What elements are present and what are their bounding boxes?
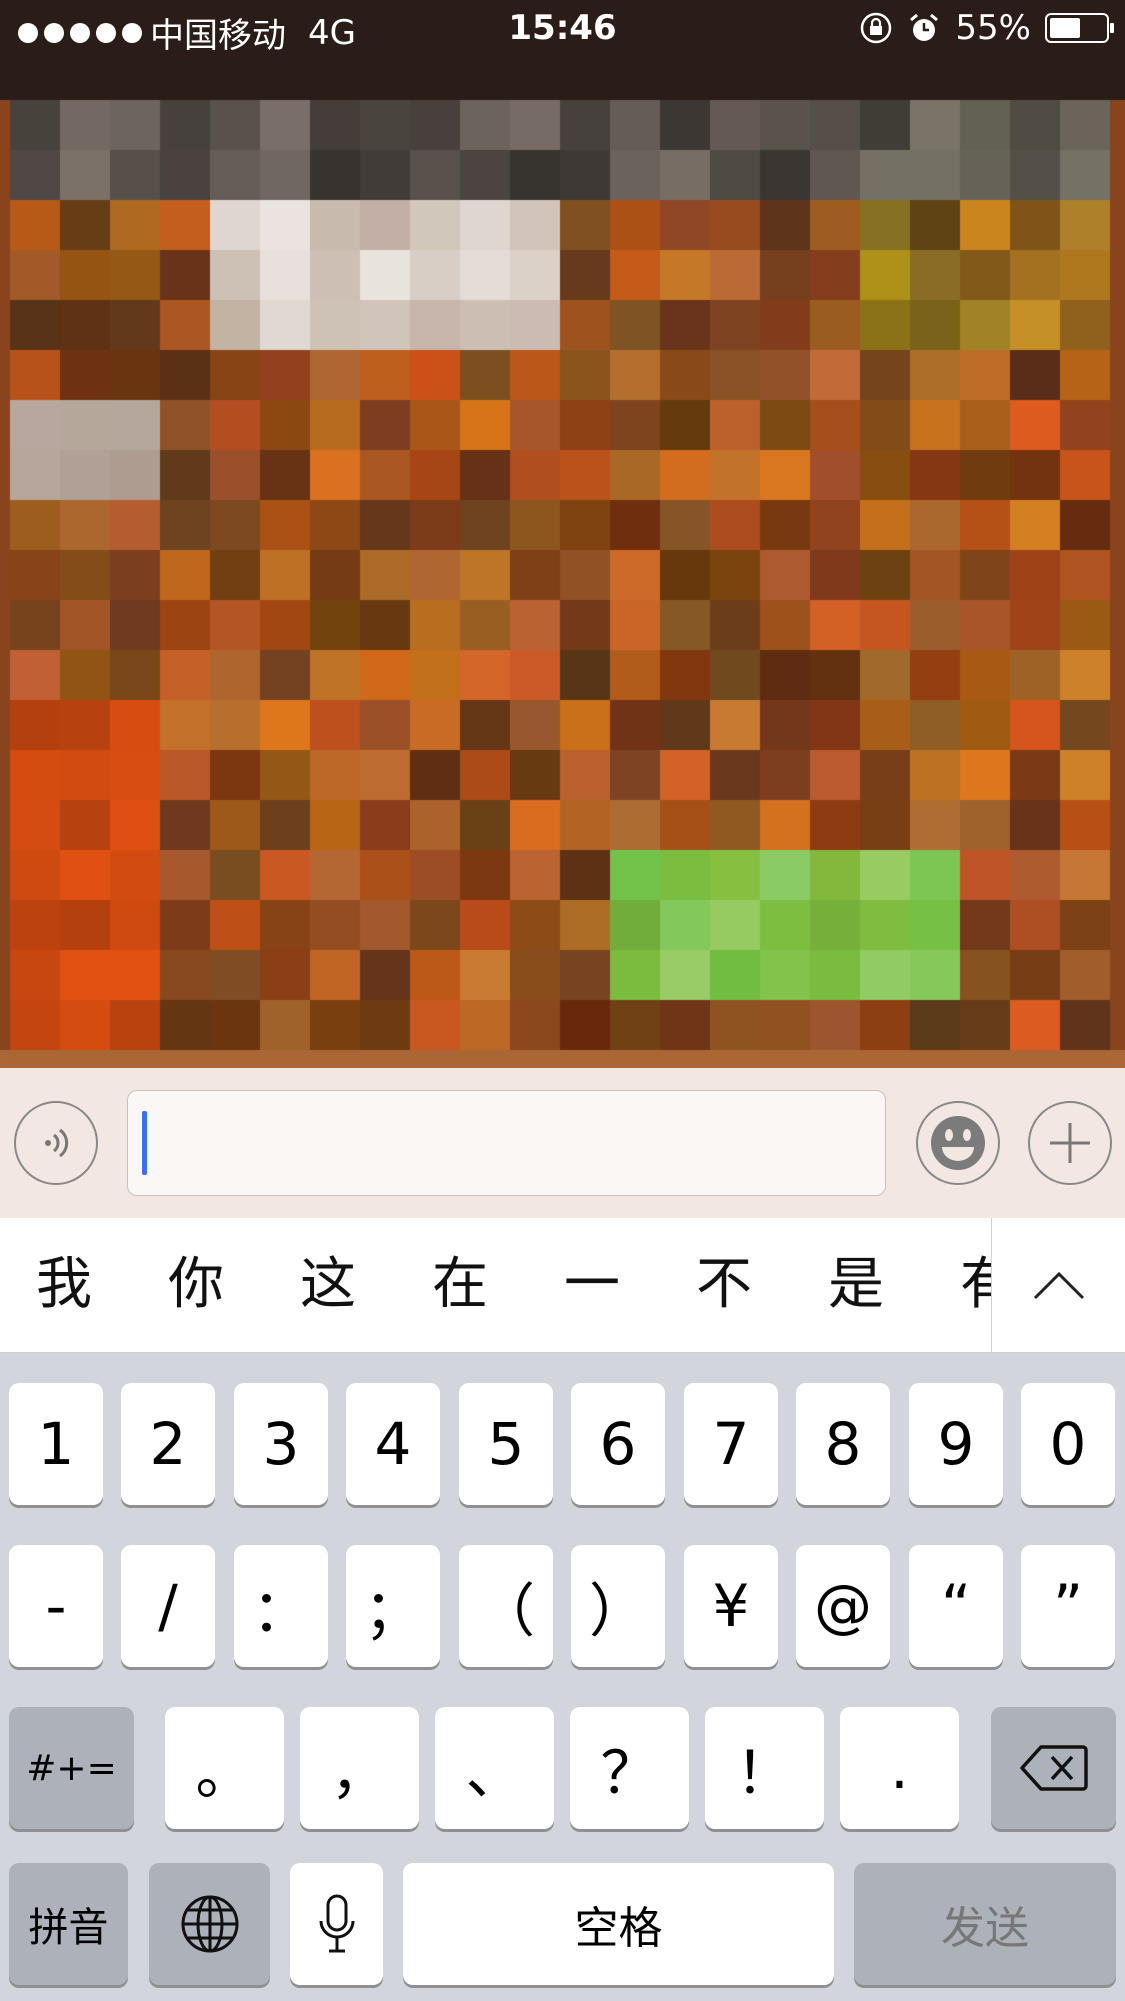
- emoji-icon: [931, 1116, 985, 1170]
- space-key[interactable]: 空格: [403, 1863, 834, 1985]
- globe-icon: [181, 1895, 238, 1953]
- send-key[interactable]: 发送: [854, 1863, 1116, 1985]
- key-left-paren[interactable]: （: [459, 1545, 553, 1667]
- mic-key[interactable]: [290, 1863, 383, 1985]
- candidate-word[interactable]: 在: [432, 1250, 488, 1320]
- symbols-mode-key[interactable]: #+=: [9, 1707, 134, 1829]
- key-left-quote[interactable]: “: [909, 1545, 1003, 1667]
- key-4[interactable]: 4: [346, 1383, 440, 1505]
- key-enum-comma[interactable]: 、: [435, 1707, 554, 1829]
- key-1[interactable]: 1: [9, 1383, 103, 1505]
- key-right-paren[interactable]: ）: [571, 1545, 665, 1667]
- alarm-icon: [910, 13, 939, 41]
- plus-button[interactable]: [1028, 1101, 1112, 1185]
- battery-icon: [1045, 13, 1114, 43]
- candidate-word[interactable]: 是: [828, 1250, 884, 1320]
- key-at[interactable]: @: [796, 1545, 890, 1667]
- battery-percent: 55%: [955, 8, 1031, 48]
- key-2[interactable]: 2: [121, 1383, 215, 1505]
- message-input-bar: [0, 1068, 1125, 1218]
- key-0[interactable]: 0: [1021, 1383, 1115, 1505]
- globe-key[interactable]: [149, 1863, 270, 1985]
- key-6[interactable]: 6: [571, 1383, 665, 1505]
- plus-icon: [1050, 1123, 1090, 1163]
- backspace-icon: [1019, 1745, 1088, 1791]
- candidate-word[interactable]: 我: [36, 1250, 92, 1320]
- expand-candidates-button[interactable]: [991, 1218, 1125, 1352]
- voice-button[interactable]: [14, 1101, 98, 1185]
- key-colon[interactable]: ：: [234, 1545, 328, 1667]
- key-question[interactable]: ？: [570, 1707, 689, 1829]
- candidate-word[interactable]: 不: [696, 1250, 752, 1320]
- key-semicolon[interactable]: ；: [346, 1545, 440, 1667]
- keyboard: 1 2 3 4 5 6 7 8 9 0 - / ： ； （ ） ¥ @ “ ” …: [0, 1353, 1125, 2001]
- key-slash[interactable]: /: [121, 1545, 215, 1667]
- key-exclamation[interactable]: ！: [705, 1707, 824, 1829]
- mosaic-image: [0, 0, 1125, 1068]
- key-7[interactable]: 7: [684, 1383, 778, 1505]
- backspace-key[interactable]: [991, 1707, 1116, 1829]
- key-3[interactable]: 3: [234, 1383, 328, 1505]
- key-period-cn[interactable]: 。: [165, 1707, 284, 1829]
- candidate-word[interactable]: 一: [564, 1250, 620, 1320]
- candidate-word[interactable]: 这: [300, 1250, 356, 1320]
- key-right-quote[interactable]: ”: [1021, 1545, 1115, 1667]
- emoji-button[interactable]: [916, 1101, 1000, 1185]
- candidate-bar: 我 你 这 在 一 不 是 有: [0, 1218, 1125, 1353]
- pixelated-photo-background: [0, 0, 1125, 1068]
- candidate-word[interactable]: 你: [168, 1250, 224, 1320]
- key-dot[interactable]: .: [840, 1707, 959, 1829]
- status-bar: 中国移动 4G 15:46 55%: [0, 0, 1125, 60]
- orientation-lock-icon: [861, 12, 892, 44]
- key-8[interactable]: 8: [796, 1383, 890, 1505]
- message-text-input[interactable]: [127, 1090, 886, 1196]
- key-comma-cn[interactable]: ，: [300, 1707, 419, 1829]
- chevron-up-icon: [1033, 1271, 1085, 1300]
- pinyin-key[interactable]: 拼音: [9, 1863, 128, 1985]
- key-hyphen[interactable]: -: [9, 1545, 103, 1667]
- text-cursor: [142, 1111, 147, 1175]
- status-right: 55%: [859, 8, 1114, 48]
- voice-icon: [45, 1128, 69, 1158]
- mic-icon: [319, 1894, 354, 1953]
- key-yen[interactable]: ¥: [684, 1545, 778, 1667]
- key-9[interactable]: 9: [909, 1383, 1003, 1505]
- key-5[interactable]: 5: [459, 1383, 553, 1505]
